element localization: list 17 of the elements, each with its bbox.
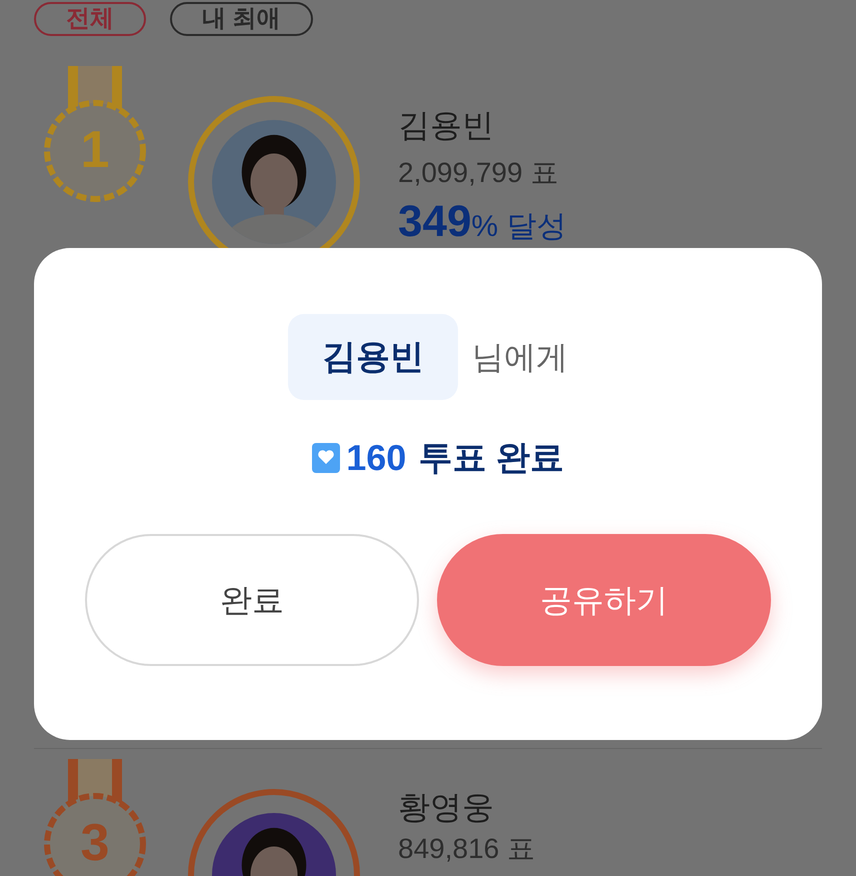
share-button[interactable]: 공유하기 <box>437 534 771 666</box>
recipient-name: 김용빈 <box>288 314 458 400</box>
rank-number: 1 <box>80 124 110 176</box>
heart-ticket-icon <box>312 443 340 473</box>
candidate-name: 김용빈 <box>398 106 495 145</box>
vote-count: 160 <box>346 440 406 476</box>
achievement-percent: 349 <box>398 200 472 244</box>
done-button[interactable]: 완료 <box>85 534 419 666</box>
recipient-suffix: 님에게 <box>472 338 568 377</box>
achievement-label: % 달성 <box>471 212 566 242</box>
candidate-name: 황영웅 <box>398 788 495 827</box>
rank-number: 3 <box>80 817 110 869</box>
filter-tab[interactable]: 내 최애 <box>170 2 313 36</box>
vote-total: 2,099,799 표 <box>398 156 560 190</box>
vote-total: 849,816 표 <box>398 833 535 865</box>
filter-tab[interactable]: 전체 <box>34 2 146 36</box>
vote-complete-text: 투표 완료 <box>418 441 564 475</box>
